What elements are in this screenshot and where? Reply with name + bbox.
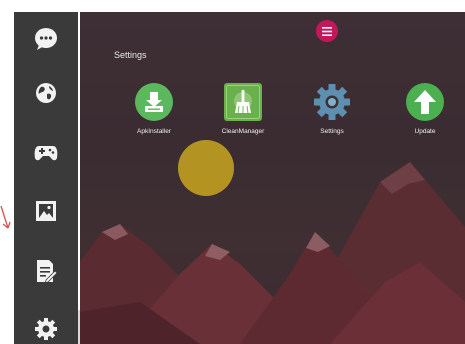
app-label: CleanManager	[221, 128, 265, 135]
menu-button[interactable]	[316, 20, 338, 42]
screen: Settings ApkInstaller CleanManager Setti…	[0, 0, 465, 344]
sidebar-item-notes[interactable]	[14, 248, 78, 294]
sidebar	[14, 12, 80, 344]
wallpaper-area: Settings ApkInstaller CleanManager Setti…	[80, 12, 465, 344]
app-settings[interactable]: Settings	[294, 82, 370, 135]
document-edit-icon	[37, 260, 58, 284]
gear-icon	[35, 318, 57, 340]
image-icon	[36, 201, 56, 221]
app-clean-manager[interactable]: CleanManager	[205, 82, 281, 135]
sidebar-item-chat[interactable]	[14, 16, 78, 62]
mountain-wallpaper	[80, 140, 465, 344]
app-label: Settings	[320, 128, 344, 135]
app-apk-installer[interactable]: ApkInstaller	[116, 82, 192, 135]
edge-arrow-mark	[0, 205, 11, 229]
sidebar-item-games[interactable]	[14, 130, 78, 176]
chat-bubble-icon	[35, 28, 57, 50]
broom-icon	[224, 83, 262, 121]
gamepad-icon	[34, 146, 58, 161]
sidebar-item-gallery[interactable]	[14, 188, 78, 234]
hamburger-menu-icon	[322, 26, 332, 36]
app-label: ApkInstaller	[137, 128, 171, 135]
gear-icon	[314, 84, 350, 120]
app-label: Update	[414, 128, 436, 135]
globe-icon	[36, 83, 56, 103]
sidebar-item-browser[interactable]	[14, 70, 78, 116]
section-title: Settings	[114, 50, 147, 60]
apk-installer-icon	[135, 83, 173, 121]
sidebar-item-settings[interactable]	[14, 306, 78, 344]
arrow-up-icon	[406, 83, 444, 121]
app-update[interactable]: Update	[387, 82, 463, 135]
